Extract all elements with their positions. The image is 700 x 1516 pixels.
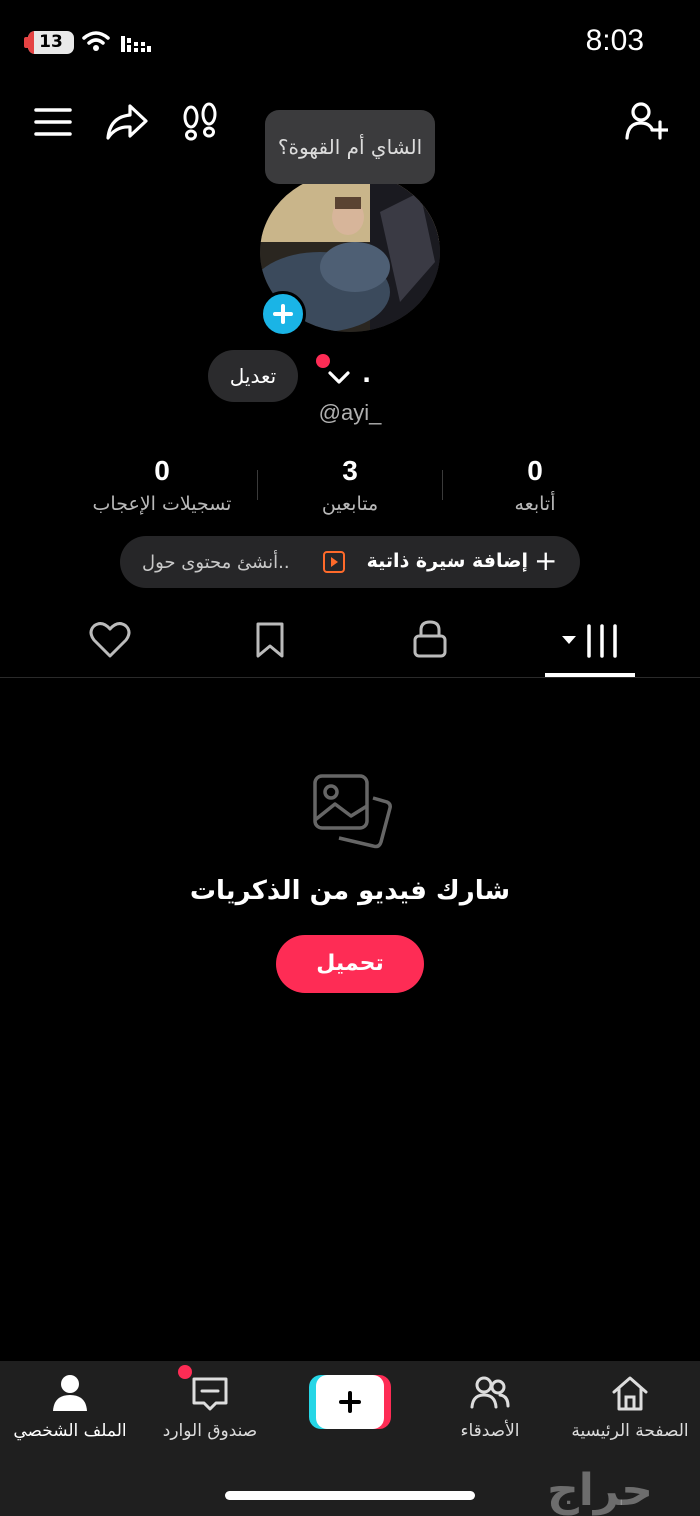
status-time: 8:03 xyxy=(585,24,644,57)
create-button[interactable] xyxy=(309,1375,391,1429)
active-tab-indicator xyxy=(545,673,635,677)
following-label: أتابعه xyxy=(514,493,556,515)
share-icon[interactable] xyxy=(104,100,148,144)
nav-profile[interactable]: الملف الشخصي xyxy=(0,1361,140,1461)
following-count: 0 xyxy=(527,455,543,486)
nav-inbox[interactable]: صندوق الوارد xyxy=(140,1361,280,1461)
status-bar: 13 8:03 xyxy=(0,0,700,86)
add-bio-pill[interactable]: + إضافة سيرة ذاتية · أنشئ محتوى حول.. xyxy=(120,536,580,588)
watermark: حراج xyxy=(547,1465,653,1516)
cellular-signal-icon xyxy=(120,32,152,58)
likes-label: تسجيلات الإعجاب xyxy=(92,493,232,515)
lock-icon xyxy=(404,620,456,670)
username: @ayi_ xyxy=(318,400,382,425)
upload-button[interactable]: تحميل xyxy=(276,935,424,993)
photos-icon xyxy=(305,768,395,858)
footprints-icon[interactable] xyxy=(179,100,223,144)
edit-profile-button[interactable]: تعديل xyxy=(208,350,298,402)
menu-icon[interactable] xyxy=(31,100,75,144)
stat-divider xyxy=(442,470,443,500)
inbox-notification-dot xyxy=(178,1365,192,1379)
home-icon xyxy=(610,1373,650,1413)
nav-profile-label: الملف الشخصي xyxy=(13,1421,127,1441)
nav-home-label: الصفحة الرئيسية xyxy=(571,1421,689,1441)
note-bubble[interactable]: الشاي أم القهوة؟ xyxy=(265,110,435,184)
create-content-label: أنشئ محتوى حول.. xyxy=(142,552,290,573)
tab-saved[interactable] xyxy=(244,614,296,666)
plus-icon: + xyxy=(534,544,558,577)
friends-icon xyxy=(470,1373,510,1413)
following-stat[interactable]: 0 أتابعه xyxy=(480,455,590,515)
tab-private[interactable] xyxy=(404,614,456,666)
followers-label: متابعين xyxy=(321,493,379,515)
home-indicator[interactable] xyxy=(225,1491,475,1500)
inbox-icon xyxy=(190,1373,230,1413)
nav-friends-label: الأصدقاء xyxy=(460,1421,520,1441)
video-play-icon xyxy=(323,551,345,573)
likes-count: 0 xyxy=(154,455,170,486)
followers-stat[interactable]: 3 متابعين xyxy=(295,455,405,515)
likes-stat[interactable]: 0 تسجيلات الإعجاب xyxy=(62,455,262,515)
profile-icon xyxy=(50,1373,90,1413)
videos-grid-icon xyxy=(560,624,620,670)
battery-level: 13 xyxy=(39,32,63,52)
tab-videos[interactable] xyxy=(560,614,620,666)
nav-inbox-label: صندوق الوارد xyxy=(162,1421,258,1441)
display-name: . xyxy=(362,360,372,388)
nav-home[interactable]: الصفحة الرئيسية xyxy=(560,1361,700,1461)
battery-icon: 13 xyxy=(28,31,74,54)
tab-liked[interactable] xyxy=(84,614,136,666)
add-bio-label: إضافة سيرة ذاتية xyxy=(366,550,528,572)
heart-icon xyxy=(84,622,136,670)
add-photo-button[interactable] xyxy=(260,291,306,337)
bio-separator: · xyxy=(449,550,455,571)
add-friend-icon[interactable] xyxy=(624,100,670,144)
plus-icon xyxy=(316,1375,384,1429)
wifi-icon xyxy=(82,30,110,56)
empty-state-title: شارك فيديو من الذكريات xyxy=(189,876,511,906)
followers-count: 3 xyxy=(342,455,358,486)
bookmark-icon xyxy=(244,622,296,670)
chevron-down-icon[interactable] xyxy=(324,362,354,392)
nav-friends[interactable]: الأصدقاء xyxy=(420,1361,560,1461)
tabs-divider xyxy=(0,677,700,678)
